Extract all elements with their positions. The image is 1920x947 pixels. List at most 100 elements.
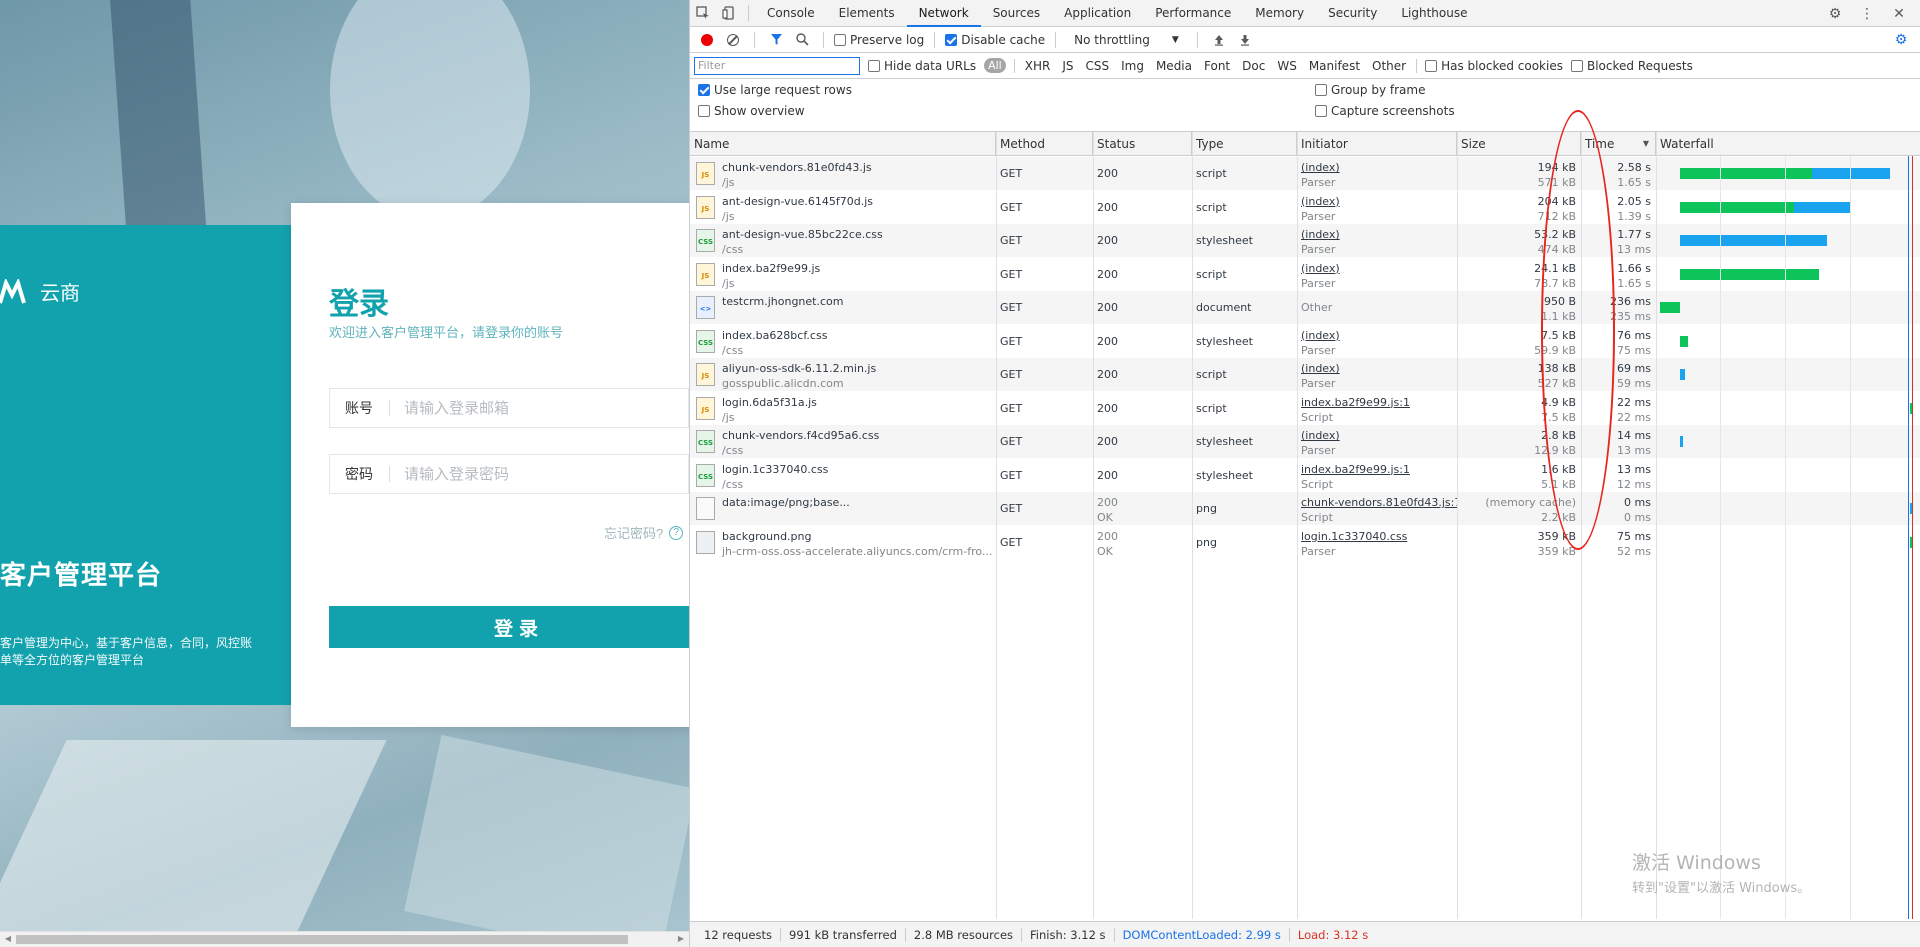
- initiator-link[interactable]: (index): [1301, 161, 1340, 174]
- name-cell[interactable]: CSS index.ba628bcf.css/css: [690, 325, 996, 358]
- table-row[interactable]: CSS ant-design-vue.85bc22ce.css/css GET 200…: [690, 224, 1920, 257]
- table-row[interactable]: CSS chunk-vendors.f4cd95a6.css/css GET 200 s…: [690, 425, 1920, 458]
- table-row[interactable]: JS aliyun-oss-sdk-6.11.2.min.js gosspublic…: [690, 358, 1920, 391]
- filter-type-ws[interactable]: WS: [1275, 59, 1298, 73]
- filter-input[interactable]: Filter: [694, 56, 860, 75]
- initiator-link[interactable]: (index): [1301, 262, 1340, 275]
- table-row[interactable]: CSS login.1c337040.css/css GET 200 styleshee…: [690, 459, 1920, 492]
- initiator-link[interactable]: (index): [1301, 429, 1340, 442]
- initiator-link[interactable]: index.ba2f9e99.js:1: [1301, 396, 1410, 409]
- initiator-link[interactable]: (index): [1301, 329, 1340, 342]
- export-har-button[interactable]: [1234, 29, 1256, 51]
- table-row[interactable]: background.png jh-crm-oss.oss-accelerate.…: [690, 526, 1920, 559]
- column-header-name[interactable]: Name: [690, 132, 996, 156]
- initiator-link[interactable]: chunk-vendors.81e0fd43.js:7: [1301, 496, 1457, 509]
- disable-cache-checkbox[interactable]: Disable cache: [945, 33, 1045, 47]
- tab-performance[interactable]: Performance: [1143, 0, 1243, 27]
- table-row[interactable]: data:image/png;base... GET 200 OK png chunk-v…: [690, 492, 1920, 525]
- table-row[interactable]: CSS index.ba628bcf.css/css GET 200 styleshee…: [690, 325, 1920, 358]
- record-button[interactable]: [696, 29, 718, 51]
- tab-sources[interactable]: Sources: [981, 0, 1052, 27]
- tab-console[interactable]: Console: [755, 0, 827, 27]
- hide-data-urls-box[interactable]: [868, 59, 880, 72]
- filter-type-css[interactable]: CSS: [1083, 59, 1111, 73]
- column-header-waterfall[interactable]: Waterfall: [1656, 132, 1920, 156]
- initiator-link[interactable]: index.ba2f9e99.js:1: [1301, 463, 1410, 476]
- scrollbar-thumb[interactable]: [16, 935, 628, 944]
- scroll-right-icon[interactable]: ▶: [676, 934, 686, 944]
- filter-type-img[interactable]: Img: [1119, 59, 1146, 73]
- password-input[interactable]: [390, 464, 670, 484]
- tab-network[interactable]: Network: [906, 0, 981, 27]
- preserve-log-checkbox[interactable]: Preserve log: [834, 33, 924, 47]
- column-header-type[interactable]: Type: [1192, 132, 1297, 156]
- column-header-method[interactable]: Method: [996, 132, 1093, 156]
- filter-type-all[interactable]: All: [984, 58, 1006, 73]
- scroll-left-icon[interactable]: ◀: [3, 934, 13, 944]
- horizontal-scrollbar[interactable]: ◀ ▶: [0, 931, 689, 947]
- filter-type-manifest[interactable]: Manifest: [1307, 59, 1362, 73]
- initiator-link[interactable]: (index): [1301, 195, 1340, 208]
- network-settings-button[interactable]: ⚙: [1890, 29, 1912, 51]
- tab-lighthouse[interactable]: Lighthouse: [1389, 0, 1479, 27]
- group-by-frame-checkbox[interactable]: Group by frame: [1315, 83, 1425, 97]
- table-row[interactable]: <> testcrm.jhongnet.com GET 200 document Othe…: [690, 291, 1920, 324]
- show-overview-box[interactable]: [698, 104, 710, 117]
- name-cell[interactable]: CSS chunk-vendors.f4cd95a6.css/css: [690, 425, 996, 458]
- name-cell[interactable]: <> testcrm.jhongnet.com: [690, 291, 996, 324]
- name-cell[interactable]: background.png jh-crm-oss.oss-accelerate.…: [690, 526, 996, 559]
- table-row[interactable]: JS ant-design-vue.6145f70d.js/js GET 200 scr…: [690, 191, 1920, 224]
- tab-security[interactable]: Security: [1316, 0, 1389, 27]
- more-options-icon[interactable]: ⋮: [1854, 1, 1880, 27]
- show-overview-checkbox[interactable]: Show overview: [698, 104, 805, 118]
- filter-type-font[interactable]: Font: [1202, 59, 1232, 73]
- filter-type-doc[interactable]: Doc: [1240, 59, 1267, 73]
- tab-elements[interactable]: Elements: [827, 0, 907, 27]
- large-rows-checkbox[interactable]: Use large request rows: [698, 83, 852, 97]
- name-cell[interactable]: CSS ant-design-vue.85bc22ce.css/css: [690, 224, 996, 257]
- hide-data-urls-checkbox[interactable]: Hide data URLs: [868, 59, 976, 73]
- table-row[interactable]: JS chunk-vendors.81e0fd43.js/js GET 200 scri…: [690, 157, 1920, 190]
- has-blocked-cookies-box[interactable]: [1425, 59, 1438, 72]
- column-header-status[interactable]: Status: [1093, 132, 1192, 156]
- tab-application[interactable]: Application: [1052, 0, 1143, 27]
- name-cell[interactable]: JS aliyun-oss-sdk-6.11.2.min.js gosspublic…: [690, 358, 996, 391]
- blocked-requests-checkbox[interactable]: Blocked Requests: [1570, 59, 1693, 73]
- gear-icon[interactable]: ⚙: [1822, 1, 1848, 27]
- column-header-initiator[interactable]: Initiator: [1297, 132, 1457, 156]
- group-by-frame-box[interactable]: [1315, 83, 1327, 96]
- close-icon[interactable]: ✕: [1886, 1, 1912, 27]
- tab-memory[interactable]: Memory: [1243, 0, 1316, 27]
- throttling-select[interactable]: No throttling ▼: [1066, 33, 1187, 47]
- account-input[interactable]: [390, 398, 670, 418]
- preserve-log-box[interactable]: [834, 33, 846, 46]
- disable-cache-box[interactable]: [945, 33, 958, 46]
- initiator-link[interactable]: (index): [1301, 362, 1340, 375]
- inspect-element-icon[interactable]: [690, 0, 716, 26]
- initiator-link[interactable]: (index): [1301, 228, 1340, 241]
- name-cell[interactable]: JS ant-design-vue.6145f70d.js/js: [690, 191, 996, 224]
- name-cell[interactable]: JS login.6da5f31a.js/js: [690, 392, 996, 425]
- large-rows-box[interactable]: [698, 83, 710, 96]
- filter-type-media[interactable]: Media: [1154, 59, 1194, 73]
- import-har-button[interactable]: [1208, 29, 1230, 51]
- filter-toggle-button[interactable]: [765, 29, 787, 51]
- login-button[interactable]: 登录: [329, 606, 689, 648]
- filter-type-js[interactable]: JS: [1060, 59, 1075, 73]
- name-cell[interactable]: data:image/png;base...: [690, 492, 996, 525]
- filter-type-xhr[interactable]: XHR: [1023, 59, 1053, 73]
- table-row[interactable]: JS index.ba2f9e99.js/js GET 200 script (index…: [690, 258, 1920, 291]
- search-button[interactable]: [791, 29, 813, 51]
- filter-type-other[interactable]: Other: [1370, 59, 1408, 73]
- forgot-password-link[interactable]: 忘记密码? ?: [604, 523, 684, 542]
- blocked-requests-box[interactable]: [1570, 59, 1583, 72]
- clear-button[interactable]: [722, 29, 744, 51]
- name-cell[interactable]: CSS login.1c337040.css/css: [690, 459, 996, 492]
- initiator-link[interactable]: login.1c337040.css: [1301, 530, 1407, 543]
- device-toolbar-icon[interactable]: [716, 0, 742, 26]
- has-blocked-cookies-checkbox[interactable]: Has blocked cookies: [1425, 59, 1563, 73]
- name-cell[interactable]: JS index.ba2f9e99.js/js: [690, 258, 996, 291]
- name-cell[interactable]: JS chunk-vendors.81e0fd43.js/js: [690, 157, 996, 190]
- capture-screenshots-checkbox[interactable]: Capture screenshots: [1315, 104, 1455, 118]
- capture-screenshots-box[interactable]: [1315, 104, 1327, 117]
